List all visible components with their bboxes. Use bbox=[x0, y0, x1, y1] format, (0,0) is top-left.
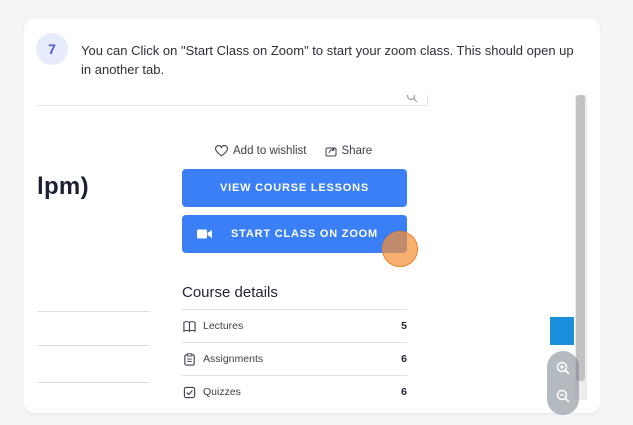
video-camera-icon bbox=[197, 229, 212, 239]
zoom-out-icon[interactable] bbox=[555, 388, 571, 404]
divider bbox=[37, 382, 150, 383]
course-actions: Add to wishlist Share bbox=[215, 145, 390, 157]
add-to-wishlist-link[interactable]: Add to wishlist bbox=[215, 145, 307, 157]
checkbox-icon bbox=[183, 386, 196, 398]
detail-label: Quizzes bbox=[203, 386, 241, 398]
course-title-fragment: lpm) bbox=[37, 173, 89, 200]
search-field-fragment bbox=[37, 95, 428, 106]
clipboard-icon bbox=[184, 352, 195, 366]
step-number-badge: 7 bbox=[36, 33, 68, 65]
step-card: 7 You can Click on "Start Class on Zoom"… bbox=[24, 19, 600, 415]
image-zoom-controls bbox=[547, 351, 579, 415]
share-link[interactable]: Share bbox=[325, 145, 373, 157]
click-highlight-cursor bbox=[382, 231, 418, 267]
zoom-in-icon[interactable] bbox=[555, 360, 571, 376]
detail-count: 5 bbox=[401, 320, 407, 332]
view-course-lessons-button[interactable]: VIEW COURSE LESSONS bbox=[182, 169, 407, 207]
scrollbar-thumb[interactable] bbox=[576, 95, 585, 381]
book-icon bbox=[183, 320, 196, 332]
course-details-heading: Course details bbox=[182, 284, 278, 301]
embedded-screenshot: lpm) Add to wishlist Share VIEW COURSE L… bbox=[37, 95, 587, 400]
detail-row-quizzes: Quizzes 6 bbox=[182, 375, 407, 400]
course-details-list: Lectures 5 Assignments 6 Quizzes 6 bbox=[182, 309, 407, 400]
search-icon bbox=[406, 95, 418, 103]
share-label: Share bbox=[341, 145, 373, 157]
detail-label: Lectures bbox=[203, 320, 244, 332]
start-zoom-label: START CLASS ON ZOOM bbox=[231, 228, 378, 240]
share-icon bbox=[325, 147, 337, 157]
detail-count: 6 bbox=[401, 353, 407, 365]
start-class-on-zoom-button[interactable]: START CLASS ON ZOOM bbox=[182, 215, 407, 253]
heart-icon bbox=[215, 145, 228, 157]
wishlist-label: Add to wishlist bbox=[233, 145, 307, 157]
divider bbox=[37, 345, 150, 346]
detail-label: Assignments bbox=[203, 353, 264, 365]
step-instruction-text: You can Click on "Start Class on Zoom" t… bbox=[81, 43, 574, 77]
divider bbox=[37, 311, 150, 312]
detail-row-lectures: Lectures 5 bbox=[182, 309, 407, 342]
side-widget-tab[interactable] bbox=[550, 317, 574, 345]
detail-count: 6 bbox=[401, 386, 407, 398]
detail-row-assignments: Assignments 6 bbox=[182, 342, 407, 375]
